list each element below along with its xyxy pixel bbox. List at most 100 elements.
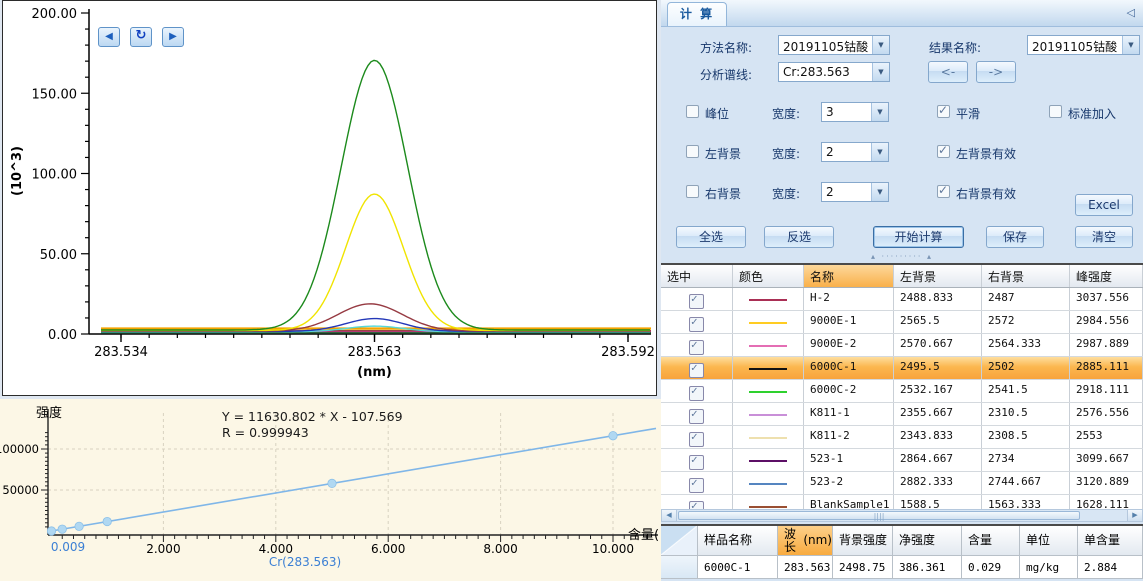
analysis-line-select[interactable]: Cr:283.563 ▼ bbox=[778, 62, 890, 82]
next-spectrum-button[interactable]: ▶ bbox=[162, 27, 184, 47]
data-point[interactable] bbox=[75, 522, 83, 530]
chevron-down-icon[interactable]: ▼ bbox=[872, 63, 889, 81]
result-column-header-1[interactable]: 波长(nm) bbox=[778, 526, 833, 556]
row-checkbox[interactable] bbox=[689, 363, 704, 378]
chevron-down-icon[interactable]: ▼ bbox=[871, 103, 888, 121]
table-row[interactable]: K811-22343.8332308.52553 bbox=[661, 426, 1143, 449]
table-row[interactable]: 6000C-12495.525022885.111 bbox=[661, 357, 1143, 380]
start-calculate-button[interactable]: 开始计算 bbox=[873, 226, 964, 248]
checked-cell bbox=[661, 311, 733, 333]
table-row[interactable]: K811-12355.6672310.52576.556 bbox=[661, 403, 1143, 426]
select-all-button[interactable]: 全选 bbox=[676, 226, 746, 248]
chevron-down-icon[interactable]: ▼ bbox=[871, 183, 888, 201]
column-header-4[interactable]: 右背景 bbox=[982, 265, 1070, 287]
color-cell bbox=[733, 426, 804, 448]
standard-addition-checkbox[interactable] bbox=[1049, 105, 1062, 118]
clear-button[interactable]: 清空 bbox=[1075, 226, 1133, 248]
result-table-row[interactable]: 6000C-1283.5632498.75386.3610.029mg/kg2.… bbox=[661, 556, 1143, 579]
horizontal-scrollbar[interactable]: ◀ |||| ▶ bbox=[661, 509, 1143, 522]
table-row[interactable]: 9000E-12565.525722984.556 bbox=[661, 311, 1143, 334]
color-swatch bbox=[749, 460, 787, 462]
row-checkbox[interactable] bbox=[689, 294, 704, 309]
table-row[interactable]: 523-22882.3332744.6673120.889 bbox=[661, 472, 1143, 495]
peak-cell: 3120.889 bbox=[1070, 472, 1143, 494]
data-point[interactable] bbox=[58, 525, 66, 533]
left-width-select[interactable]: 2 ▼ bbox=[821, 142, 889, 162]
tab-calculate[interactable]: 计 算 bbox=[667, 2, 727, 26]
scrollbar-thumb[interactable]: |||| bbox=[678, 511, 1080, 520]
result-cell-6: 2.884 bbox=[1078, 556, 1143, 579]
data-point[interactable] bbox=[609, 432, 617, 440]
table-row[interactable]: 523-12864.66727343099.667 bbox=[661, 449, 1143, 472]
checked-cell bbox=[661, 357, 733, 379]
table-row[interactable]: 9000E-22570.6672564.3332987.889 bbox=[661, 334, 1143, 357]
result-column-header-5[interactable]: 单位 bbox=[1020, 526, 1078, 556]
spectral-chart: 0.0050.00100.00150.00200.00283.534283.56… bbox=[3, 1, 656, 395]
peak-position-checkbox[interactable] bbox=[686, 105, 699, 118]
splitter-handle[interactable]: ▴ ········· ▴ bbox=[661, 252, 1143, 262]
refresh-icon[interactable]: ↻ bbox=[130, 27, 152, 47]
data-point[interactable] bbox=[47, 527, 55, 535]
right-bg-checkbox[interactable] bbox=[686, 185, 699, 198]
row-checkbox[interactable] bbox=[689, 478, 704, 493]
result-column-header-4[interactable]: 含量 bbox=[962, 526, 1020, 556]
svg-text:(10^3): (10^3) bbox=[10, 146, 25, 196]
result-column-header-6[interactable]: 单含量 bbox=[1078, 526, 1143, 556]
column-header-5[interactable]: 峰强度 bbox=[1070, 265, 1143, 287]
color-cell bbox=[733, 311, 804, 333]
svg-text:150.00: 150.00 bbox=[32, 87, 78, 102]
left-bg-checkbox[interactable] bbox=[686, 145, 699, 158]
column-header-1[interactable]: 颜色 bbox=[733, 265, 804, 287]
chevron-down-icon[interactable]: ▼ bbox=[872, 36, 889, 54]
smooth-checkbox[interactable] bbox=[937, 105, 950, 118]
checked-cell bbox=[661, 426, 733, 448]
color-cell bbox=[733, 380, 804, 402]
peak-width-select[interactable]: 3 ▼ bbox=[821, 102, 889, 122]
data-point[interactable] bbox=[103, 517, 111, 525]
scroll-right-icon[interactable]: ▶ bbox=[1127, 510, 1142, 521]
color-cell bbox=[733, 403, 804, 425]
scrollbar-track[interactable] bbox=[1081, 510, 1127, 521]
column-header-2[interactable]: 名称 bbox=[804, 265, 894, 287]
svg-text:283.592: 283.592 bbox=[601, 345, 655, 360]
result-column-header-2[interactable]: 背景强度 bbox=[833, 526, 893, 556]
invert-selection-button[interactable]: 反选 bbox=[764, 226, 834, 248]
row-checkbox[interactable] bbox=[689, 409, 704, 424]
row-checkbox[interactable] bbox=[689, 455, 704, 470]
peak-position-label: 峰位 bbox=[705, 105, 729, 122]
left-bg-valid-checkbox[interactable] bbox=[937, 145, 950, 158]
method-name-select[interactable]: 20191105钴酸 ▼ bbox=[778, 35, 890, 55]
result-cell-4: 0.029 bbox=[962, 556, 1020, 579]
result-name-select[interactable]: 20191105钴酸 ▼ bbox=[1027, 35, 1140, 55]
spectral-nav: ◀ ↻ ▶ bbox=[98, 27, 184, 47]
save-button[interactable]: 保存 bbox=[986, 226, 1044, 248]
row-checkbox[interactable] bbox=[689, 317, 704, 332]
right-width-select[interactable]: 2 ▼ bbox=[821, 182, 889, 202]
chevron-down-icon[interactable]: ▼ bbox=[871, 143, 888, 161]
scroll-left-icon[interactable]: ◀ bbox=[662, 510, 677, 521]
right-bg-valid-checkbox[interactable] bbox=[937, 185, 950, 198]
svg-text:0.009: 0.009 bbox=[51, 540, 85, 554]
result-cell-5: mg/kg bbox=[1020, 556, 1078, 579]
result-column-header-0[interactable]: 样品名称 bbox=[698, 526, 778, 556]
left-bg-cell: 2565.5 bbox=[894, 311, 982, 333]
result-column-header-3[interactable]: 净强度 bbox=[893, 526, 962, 556]
table-row[interactable]: H-22488.83324873037.556 bbox=[661, 288, 1143, 311]
row-checkbox[interactable] bbox=[689, 386, 704, 401]
prev-spectrum-button[interactable]: ◀ bbox=[98, 27, 120, 47]
column-header-0[interactable]: 选中 bbox=[661, 265, 733, 287]
row-checkbox[interactable] bbox=[689, 340, 704, 355]
column-header-3[interactable]: 左背景 bbox=[894, 265, 982, 287]
next-line-button[interactable]: -> bbox=[976, 61, 1016, 83]
name-cell: H-2 bbox=[804, 288, 894, 310]
row-selector-cell[interactable] bbox=[661, 556, 698, 579]
prev-line-button[interactable]: <- bbox=[928, 61, 968, 83]
table-row[interactable]: 6000C-22532.1672541.52918.111 bbox=[661, 380, 1143, 403]
result-cell-0: 6000C-1 bbox=[698, 556, 778, 579]
chevron-down-icon[interactable]: ▼ bbox=[1122, 36, 1139, 54]
collapse-panel-icon[interactable]: ◁ bbox=[1127, 6, 1135, 19]
left-bg-cell: 2488.833 bbox=[894, 288, 982, 310]
row-checkbox[interactable] bbox=[689, 432, 704, 447]
data-point[interactable] bbox=[328, 479, 336, 487]
excel-export-button[interactable]: Excel bbox=[1075, 194, 1133, 216]
